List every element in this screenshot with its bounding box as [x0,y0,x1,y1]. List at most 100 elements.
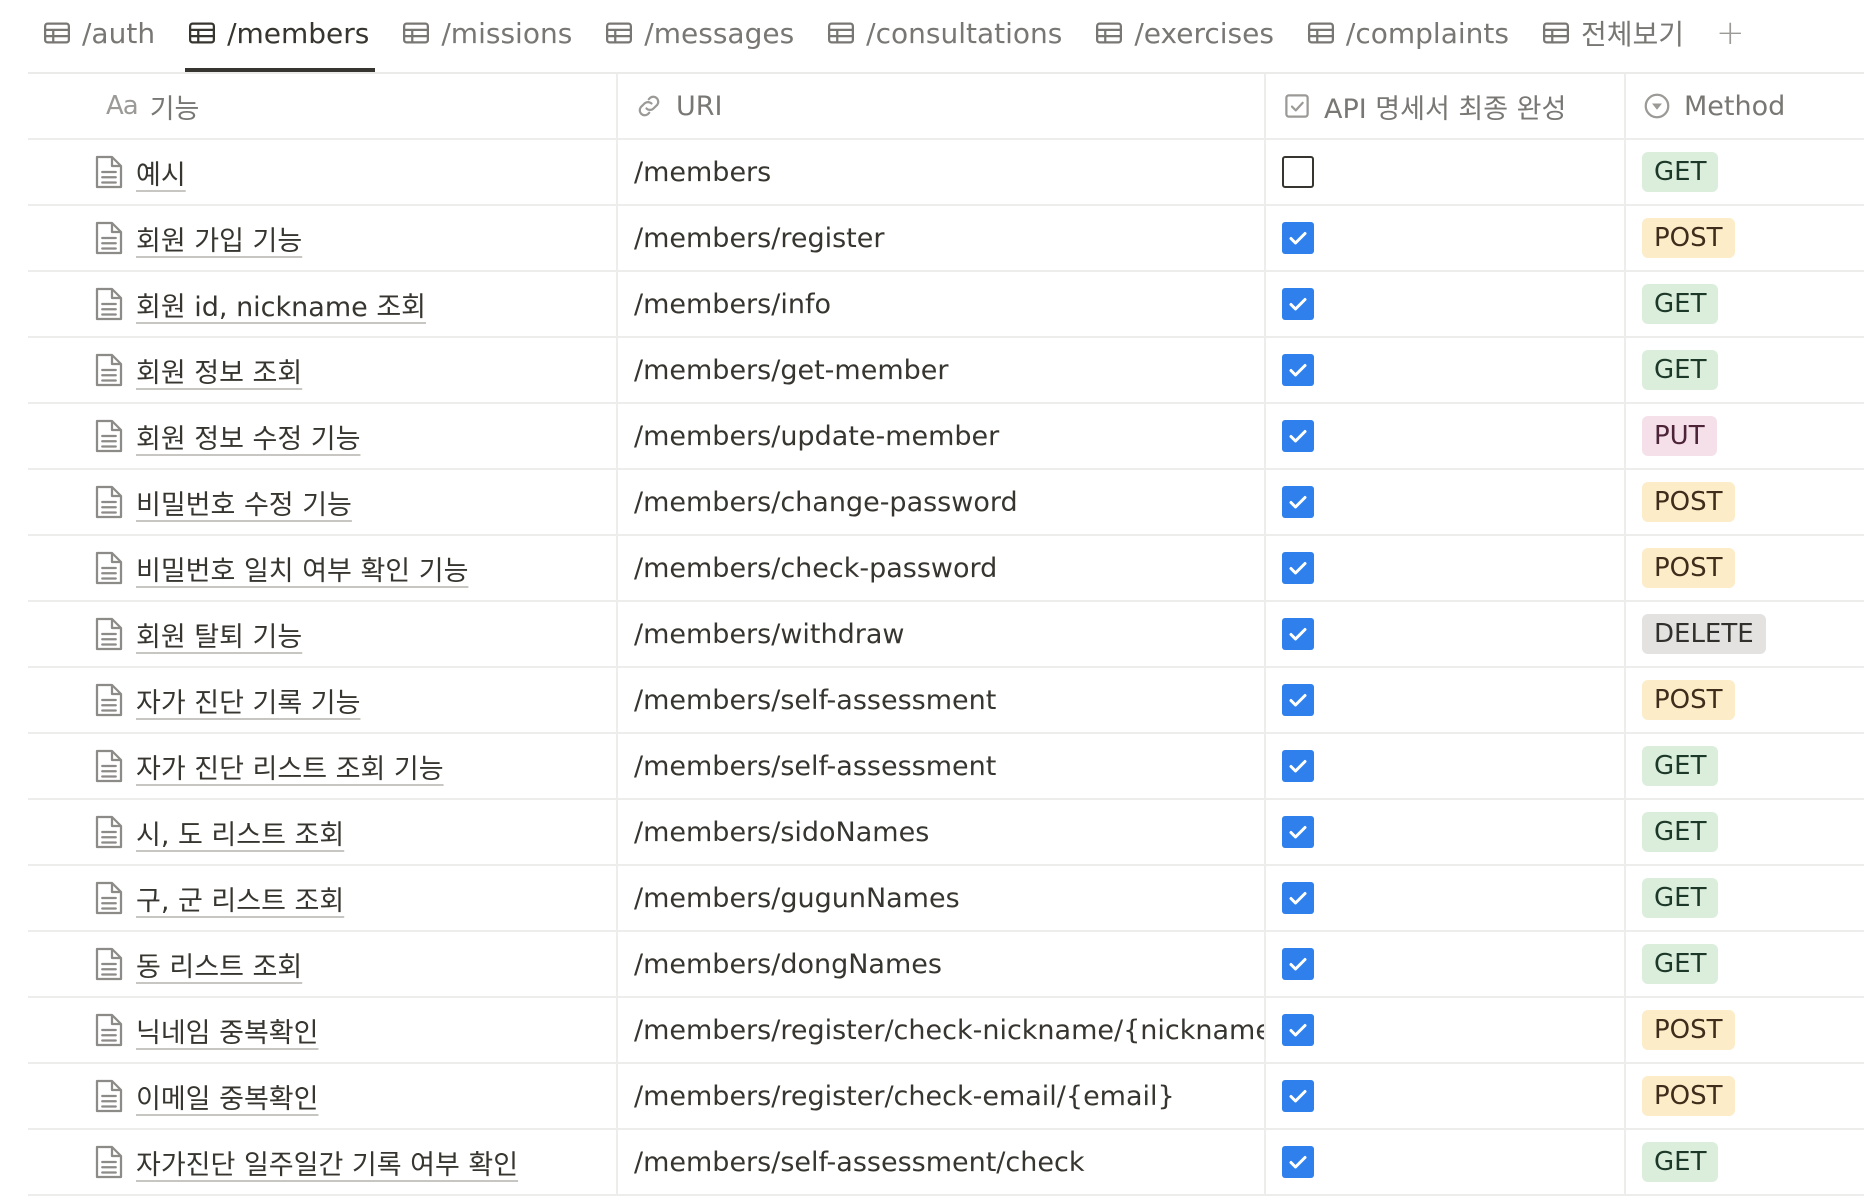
row-title[interactable]: 예시 [136,153,186,192]
row-title[interactable]: 이메일 중복확인 [136,1077,318,1116]
table-row[interactable]: 비밀번호 일치 여부 확인 기능/members/check-password P… [28,536,1864,602]
done-checkbox[interactable] [1282,816,1314,848]
uri-cell[interactable]: /members/withdraw [618,602,1266,666]
uri-cell[interactable]: /members/change-password [618,470,1266,534]
name-cell[interactable]: 비밀번호 수정 기능 [28,470,618,534]
uri-cell[interactable]: /members [618,140,1266,204]
row-title[interactable]: 회원 탈퇴 기능 [136,615,302,654]
column-header-name[interactable]: Aa 기능 [28,74,618,138]
method-cell[interactable]: GET [1626,734,1864,798]
done-checkbox[interactable] [1282,1080,1314,1112]
name-cell[interactable]: 회원 가입 기능 [28,206,618,270]
tab-4[interactable]: /messages [590,0,812,72]
column-header-uri[interactable]: URI [618,74,1266,138]
table-row[interactable]: 회원 id, nickname 조회/members/info GET [28,272,1864,338]
name-cell[interactable]: 회원 id, nickname 조회 [28,272,618,336]
done-checkbox[interactable] [1282,288,1314,320]
row-title[interactable]: 회원 정보 조회 [136,351,302,390]
row-title[interactable]: 회원 id, nickname 조회 [136,285,426,324]
tab-3[interactable]: /missions [387,0,590,72]
method-cell[interactable]: GET [1626,1130,1864,1194]
method-cell[interactable]: GET [1626,140,1864,204]
method-cell[interactable]: POST [1626,536,1864,600]
method-cell[interactable]: POST [1626,470,1864,534]
done-checkbox[interactable] [1282,552,1314,584]
uri-cell[interactable]: /members/info [618,272,1266,336]
table-row[interactable]: 회원 가입 기능/members/register POST [28,206,1864,272]
done-checkbox[interactable] [1282,1014,1314,1046]
tab-2[interactable]: /members [173,0,387,72]
uri-cell[interactable]: /members/update-member [618,404,1266,468]
column-header-method[interactable]: Method [1626,74,1864,138]
name-cell[interactable]: 구, 군 리스트 조회 [28,866,618,930]
tab-7[interactable]: /complaints [1292,0,1527,72]
row-title[interactable]: 구, 군 리스트 조회 [136,879,344,918]
uri-cell[interactable]: /members/self-assessment [618,734,1266,798]
method-cell[interactable]: PUT [1626,404,1864,468]
name-cell[interactable]: 자가진단 일주일간 기록 여부 확인 [28,1130,618,1194]
name-cell[interactable]: 자가 진단 기록 기능 [28,668,618,732]
method-cell[interactable]: GET [1626,800,1864,864]
row-title[interactable]: 자가 진단 리스트 조회 기능 [136,747,444,786]
method-cell[interactable]: GET [1626,866,1864,930]
done-checkbox[interactable] [1282,1146,1314,1178]
name-cell[interactable]: 회원 탈퇴 기능 [28,602,618,666]
name-cell[interactable]: 시, 도 리스트 조회 [28,800,618,864]
method-cell[interactable]: POST [1626,206,1864,270]
name-cell[interactable]: 회원 정보 수정 기능 [28,404,618,468]
done-checkbox[interactable] [1282,882,1314,914]
row-title[interactable]: 동 리스트 조회 [136,945,302,984]
done-checkbox[interactable] [1282,486,1314,518]
done-checkbox[interactable] [1282,948,1314,980]
row-title[interactable]: 자가진단 일주일간 기록 여부 확인 [136,1143,518,1182]
method-cell[interactable]: GET [1626,272,1864,336]
tab-5[interactable]: /consultations [812,0,1080,72]
row-title[interactable]: 비밀번호 수정 기능 [136,483,352,522]
table-row[interactable]: 회원 정보 수정 기능/members/update-member PUT [28,404,1864,470]
done-checkbox[interactable] [1282,222,1314,254]
method-cell[interactable]: GET [1626,932,1864,996]
row-title[interactable]: 자가 진단 기록 기능 [136,681,360,720]
table-row[interactable]: 닉네임 중복확인/members/register/check-nickname… [28,998,1864,1064]
table-row[interactable]: 회원 탈퇴 기능/members/withdraw DELETE [28,602,1864,668]
table-row[interactable]: 자가 진단 리스트 조회 기능/members/self-assessment G… [28,734,1864,800]
tab-1[interactable]: /auth [28,0,173,72]
table-row[interactable]: 시, 도 리스트 조회/members/sidoNames GET [28,800,1864,866]
name-cell[interactable]: 예시 [28,140,618,204]
table-row[interactable]: 회원 정보 조회/members/get-member GET [28,338,1864,404]
name-cell[interactable]: 닉네임 중복확인 [28,998,618,1062]
table-row[interactable]: 동 리스트 조회/members/dongNames GET [28,932,1864,998]
done-checkbox[interactable] [1282,156,1314,188]
row-title[interactable]: 회원 가입 기능 [136,219,302,258]
method-cell[interactable]: POST [1626,1064,1864,1128]
table-row[interactable]: 예시/members GET [28,140,1864,206]
uri-cell[interactable]: /members/self-assessment [618,668,1266,732]
table-row[interactable]: 비밀번호 수정 기능/members/change-password POST [28,470,1864,536]
uri-cell[interactable]: /members/get-member [618,338,1266,402]
uri-cell[interactable]: /members/register [618,206,1266,270]
uri-cell[interactable]: /members/sidoNames [618,800,1266,864]
done-checkbox[interactable] [1282,354,1314,386]
row-title[interactable]: 시, 도 리스트 조회 [136,813,344,852]
uri-cell[interactable]: /members/gugunNames [618,866,1266,930]
name-cell[interactable]: 동 리스트 조회 [28,932,618,996]
method-cell[interactable]: POST [1626,998,1864,1062]
add-view-button[interactable]: + [1702,0,1759,72]
name-cell[interactable]: 이메일 중복확인 [28,1064,618,1128]
table-row[interactable]: 구, 군 리스트 조회/members/gugunNames GET [28,866,1864,932]
row-title[interactable]: 회원 정보 수정 기능 [136,417,360,456]
done-checkbox[interactable] [1282,420,1314,452]
uri-cell[interactable]: /members/register/check-email/{email} [618,1064,1266,1128]
row-title[interactable]: 비밀번호 일치 여부 확인 기능 [136,549,468,588]
row-title[interactable]: 닉네임 중복확인 [136,1011,318,1050]
tab-6[interactable]: /exercises [1080,0,1292,72]
uri-cell[interactable]: /members/dongNames [618,932,1266,996]
uri-cell[interactable]: /members/register/check-nickname/{nickna… [618,998,1266,1062]
uri-cell[interactable]: /members/self-assessment/check [618,1130,1266,1194]
name-cell[interactable]: 비밀번호 일치 여부 확인 기능 [28,536,618,600]
method-cell[interactable]: DELETE [1626,602,1864,666]
column-header-done[interactable]: API 명세서 최종 완성 [1266,74,1626,138]
table-row[interactable]: 자가진단 일주일간 기록 여부 확인/members/self-assessme… [28,1130,1864,1196]
table-row[interactable]: 자가 진단 기록 기능/members/self-assessment POST [28,668,1864,734]
uri-cell[interactable]: /members/check-password [618,536,1266,600]
